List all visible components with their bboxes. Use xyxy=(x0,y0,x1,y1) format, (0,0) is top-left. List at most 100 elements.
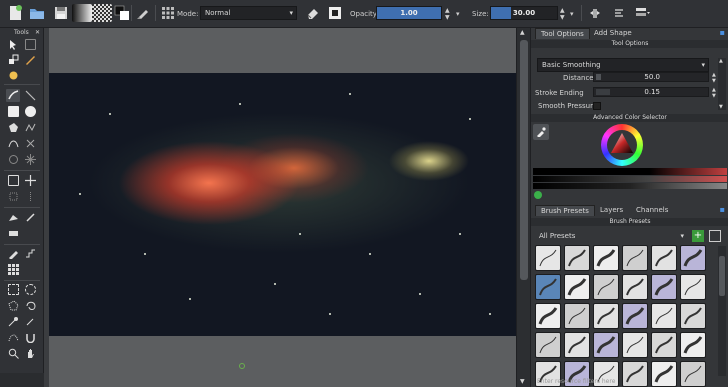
transform-tool-icon[interactable] xyxy=(8,54,19,65)
color-picker-tool-icon[interactable] xyxy=(8,248,19,260)
crop-tool-icon[interactable] xyxy=(8,175,19,186)
size-stepper-icon[interactable]: ▲ ▼ xyxy=(560,7,565,21)
gradient-icon[interactable] xyxy=(72,4,92,22)
polygon-select-tool-icon[interactable] xyxy=(8,300,19,311)
smoothing-select[interactable]: Basic Smoothing ▾ xyxy=(537,58,709,72)
brush-preset-tile[interactable] xyxy=(680,245,706,271)
reference-tool-icon[interactable] xyxy=(25,248,36,259)
canvas-vertical-scrollbar[interactable]: ▲ ▼ xyxy=(516,28,530,387)
close-icon[interactable]: ✕ xyxy=(35,29,40,36)
opacity-stepper-icon[interactable]: ▲ ▼ xyxy=(445,7,450,21)
tab-tool-options[interactable]: Tool Options xyxy=(535,28,590,39)
slider-handle[interactable] xyxy=(596,89,610,95)
size-slider[interactable]: 30.00 xyxy=(490,6,558,20)
select-shapes-tool-icon[interactable] xyxy=(8,39,19,50)
resource-filter-input[interactable]: Enter resource filters here xyxy=(537,378,615,385)
ellipse-select-tool-icon[interactable] xyxy=(25,284,36,295)
zoom-tool-icon[interactable] xyxy=(8,348,19,359)
chevron-down-icon[interactable]: ▾ xyxy=(456,10,460,18)
tool-options-scrollbar[interactable]: ▲ ▼ xyxy=(718,58,726,110)
chevron-down-icon[interactable]: ▾ xyxy=(570,10,574,18)
stepper-icon[interactable]: ▲ ▼ xyxy=(712,87,716,99)
scroll-down-icon[interactable]: ▼ xyxy=(520,378,525,385)
tab-channels[interactable]: Channels xyxy=(631,205,673,216)
nebula-image[interactable] xyxy=(49,73,516,336)
pattern-icon[interactable] xyxy=(92,4,112,22)
brush-preset-tile[interactable] xyxy=(564,245,590,271)
distance-slider[interactable]: 50.0 xyxy=(593,72,709,82)
mirror-vertical-icon[interactable] xyxy=(610,4,628,22)
polygon-tool-icon[interactable] xyxy=(8,122,19,133)
mirror-horizontal-icon[interactable] xyxy=(586,4,604,22)
presets-scrollbar[interactable] xyxy=(718,246,726,376)
brush-preset-tile[interactable] xyxy=(651,303,677,329)
freehand-select-tool-icon[interactable] xyxy=(25,300,36,311)
pattern-edit-tool-icon[interactable] xyxy=(8,264,19,275)
rectangle-tool-icon[interactable] xyxy=(8,106,19,117)
brush-preset-icon[interactable] xyxy=(134,4,152,22)
calligraphy-tool-icon[interactable] xyxy=(25,54,36,65)
scrollbar-thumb[interactable] xyxy=(520,40,528,280)
contiguous-select-tool-icon[interactable] xyxy=(8,316,19,327)
stroke-ending-slider[interactable]: 0.15 xyxy=(593,87,709,97)
alpha-lock-icon[interactable] xyxy=(326,4,344,22)
polyline-tool-icon[interactable] xyxy=(25,122,36,133)
multibrush-tool-icon[interactable] xyxy=(8,154,19,165)
brush-preset-tile[interactable] xyxy=(680,274,706,300)
color-history-strip[interactable] xyxy=(533,168,727,175)
brush-preset-tile[interactable] xyxy=(680,361,706,387)
brush-preset-tile[interactable] xyxy=(680,303,706,329)
colorize-mask-tool-icon[interactable] xyxy=(8,212,19,223)
brush-preset-tile[interactable] xyxy=(622,332,648,358)
brush-preset-tile[interactable] xyxy=(535,245,561,271)
grid-tool-icon[interactable] xyxy=(8,191,19,202)
smooth-pressure-checkbox[interactable] xyxy=(593,102,601,110)
refresh-icon[interactable] xyxy=(534,191,542,199)
smart-patch-tool-icon[interactable] xyxy=(25,212,36,223)
new-document-icon[interactable] xyxy=(6,4,24,22)
measure-tool-icon[interactable] xyxy=(25,191,36,202)
eraser-mode-icon[interactable] xyxy=(304,4,322,22)
panel-menu-icon[interactable]: ▪ xyxy=(720,28,725,37)
brush-preset-tile[interactable] xyxy=(651,274,677,300)
rect-select-tool-icon[interactable] xyxy=(8,284,19,295)
brush-preset-tile[interactable] xyxy=(564,303,590,329)
color-picker-icon[interactable] xyxy=(533,124,549,140)
freehand-brush-tool-icon[interactable] xyxy=(6,89,20,102)
brush-preset-tile[interactable] xyxy=(535,303,561,329)
ellipse-tool-icon[interactable] xyxy=(25,106,36,117)
blend-mode-select[interactable]: Normal ▾ xyxy=(200,6,297,20)
line-tool-icon[interactable] xyxy=(25,90,36,101)
tab-brush-presets[interactable]: Brush Presets xyxy=(535,205,595,216)
brush-preset-tile[interactable] xyxy=(564,332,590,358)
move-tool-icon[interactable] xyxy=(25,175,36,186)
brush-preset-tile[interactable] xyxy=(593,303,619,329)
fill-tool-icon[interactable] xyxy=(8,70,19,81)
brush-preset-tile[interactable] xyxy=(651,245,677,271)
brush-preset-tile[interactable] xyxy=(564,274,590,300)
workspace-icon[interactable] xyxy=(634,4,652,22)
tab-layers[interactable]: Layers xyxy=(595,205,628,216)
stepper-icon[interactable]: ▲ ▼ xyxy=(712,72,716,84)
opacity-slider[interactable]: 1.00 xyxy=(376,6,442,20)
brush-preset-tile[interactable] xyxy=(622,303,648,329)
brush-preset-tile[interactable] xyxy=(651,332,677,358)
dynamic-brush-tool-icon[interactable] xyxy=(25,138,36,149)
color-swap-icon[interactable] xyxy=(113,4,131,22)
preset-filter-select[interactable]: All Presets ▾ xyxy=(534,229,688,243)
brush-preset-tile[interactable] xyxy=(535,274,561,300)
gradient-tool-icon[interactable] xyxy=(8,228,19,239)
value-strip[interactable] xyxy=(533,183,727,189)
bezier-select-tool-icon[interactable] xyxy=(8,332,19,343)
brush-preset-tile[interactable] xyxy=(593,332,619,358)
add-preset-icon[interactable]: + xyxy=(692,230,704,242)
saturation-triangle[interactable] xyxy=(610,132,634,156)
open-document-icon[interactable] xyxy=(28,4,46,22)
scroll-up-icon[interactable]: ▲ xyxy=(520,29,525,36)
brush-preset-tile[interactable] xyxy=(622,274,648,300)
tab-add-shape[interactable]: Add Shape xyxy=(589,28,637,39)
grid-icon[interactable] xyxy=(159,4,177,22)
magnetic-select-tool-icon[interactable] xyxy=(25,332,36,344)
bezier-tool-icon[interactable] xyxy=(8,138,19,149)
similar-select-tool-icon[interactable] xyxy=(25,316,36,327)
